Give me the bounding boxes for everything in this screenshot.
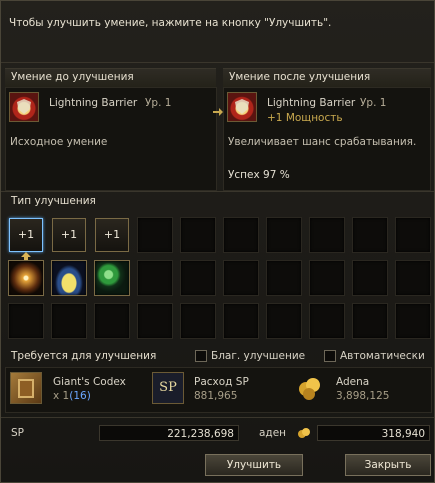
close-button[interactable]: Закрыть bbox=[345, 454, 431, 476]
type-header: Тип улучшения bbox=[11, 195, 96, 207]
adena-small-icon bbox=[297, 427, 311, 439]
after-bonus: +1 Мощность bbox=[267, 112, 343, 124]
empty-slot bbox=[352, 303, 388, 339]
empty-slot bbox=[223, 260, 259, 296]
before-header: Умение до улучшения bbox=[5, 68, 216, 87]
clover-icon[interactable] bbox=[94, 260, 130, 296]
before-skill-level: Ур. 1 bbox=[145, 97, 172, 109]
before-header-label: Умение до улучшения bbox=[11, 71, 134, 83]
codex-name: Giant's Codex bbox=[53, 376, 126, 388]
empty-slot bbox=[352, 260, 388, 296]
after-description: Увеличивает шанс срабатывания. bbox=[228, 136, 417, 148]
empty-slot bbox=[352, 217, 388, 253]
empty-slot bbox=[266, 260, 302, 296]
after-skill-level: Ур. 1 bbox=[360, 97, 387, 109]
empty-slot bbox=[180, 217, 216, 253]
lightning-barrier-icon bbox=[9, 92, 39, 122]
plus-option-2[interactable]: +1 bbox=[52, 218, 86, 252]
success-rate: Успех 97 % bbox=[228, 169, 290, 181]
adena-coins-icon bbox=[294, 372, 324, 402]
sp-value-field: 221,238,698 bbox=[99, 425, 239, 441]
adena-cost-value: 3,898,125 bbox=[336, 390, 390, 402]
before-panel: Lightning Barrier Ур. 1 Исходное умение bbox=[5, 87, 217, 191]
upgrade-button[interactable]: Улучшить bbox=[205, 454, 303, 476]
adena-value-field: 318,940 bbox=[317, 425, 430, 441]
codex-qty-owned: (16) bbox=[69, 390, 91, 402]
empty-slot bbox=[137, 217, 173, 253]
empty-slot bbox=[266, 303, 302, 339]
sp-cost-value: 881,965 bbox=[194, 390, 238, 402]
sp-icon: SP bbox=[152, 372, 184, 404]
after-header: Умение после улучшения bbox=[223, 68, 431, 87]
empty-slot bbox=[180, 260, 216, 296]
instruction-text: Чтобы улучшить умение, нажмите на кнопку… bbox=[9, 17, 332, 29]
book-icon bbox=[10, 372, 42, 404]
empty-slot bbox=[309, 260, 345, 296]
star-burst-icon[interactable] bbox=[8, 260, 44, 296]
empty-slot bbox=[395, 260, 431, 296]
after-skill-name: Lightning Barrier bbox=[267, 97, 356, 109]
enhance-grid: +1 +1 +1 bbox=[6, 213, 431, 345]
skill-enhance-window: Чтобы улучшить умение, нажмите на кнопку… bbox=[0, 0, 435, 483]
empty-slot bbox=[223, 303, 259, 339]
plus-option-1[interactable]: +1 bbox=[9, 218, 43, 252]
required-items-panel: Giant's Codex x 1(16) SP Расход SP 881,9… bbox=[5, 367, 432, 413]
auto-label: Автоматически bbox=[340, 350, 425, 362]
empty-slot bbox=[180, 303, 216, 339]
adena-total-label: аден bbox=[259, 427, 287, 439]
top-divider bbox=[1, 62, 434, 63]
arrow-right-icon bbox=[213, 107, 223, 116]
empty-slot bbox=[51, 303, 87, 339]
empty-slot bbox=[137, 303, 173, 339]
empty-slot bbox=[266, 217, 302, 253]
sp-label: SP bbox=[11, 427, 24, 439]
after-header-label: Умение после улучшения bbox=[229, 71, 371, 83]
empty-slot bbox=[309, 217, 345, 253]
empty-slot bbox=[309, 303, 345, 339]
before-description: Исходное умение bbox=[10, 136, 108, 148]
after-panel: Lightning Barrier Ур. 1 +1 Мощность Увел… bbox=[223, 87, 431, 191]
empty-slot bbox=[223, 217, 259, 253]
lightning-barrier-icon bbox=[227, 92, 257, 122]
blessed-checkbox[interactable] bbox=[195, 350, 207, 362]
sp-cost-label: Расход SP bbox=[194, 376, 249, 388]
empty-slot bbox=[395, 303, 431, 339]
codex-qty-count: x 1 bbox=[53, 390, 70, 402]
type-divider bbox=[1, 191, 434, 192]
blessed-label: Благ. улучшение bbox=[211, 350, 306, 362]
empty-slot bbox=[395, 217, 431, 253]
plus-option-3[interactable]: +1 bbox=[95, 218, 129, 252]
bottom-divider bbox=[1, 417, 434, 418]
empty-slot bbox=[94, 303, 130, 339]
auto-checkbox[interactable] bbox=[324, 350, 336, 362]
adena-label: Adena bbox=[336, 376, 370, 388]
required-header: Требуется для улучшения bbox=[11, 350, 157, 362]
empty-slot bbox=[8, 303, 44, 339]
codex-qty: x 1(16) bbox=[53, 390, 91, 402]
potion-bottle-icon[interactable] bbox=[51, 260, 87, 296]
before-skill-name: Lightning Barrier bbox=[49, 97, 138, 109]
empty-slot bbox=[137, 260, 173, 296]
